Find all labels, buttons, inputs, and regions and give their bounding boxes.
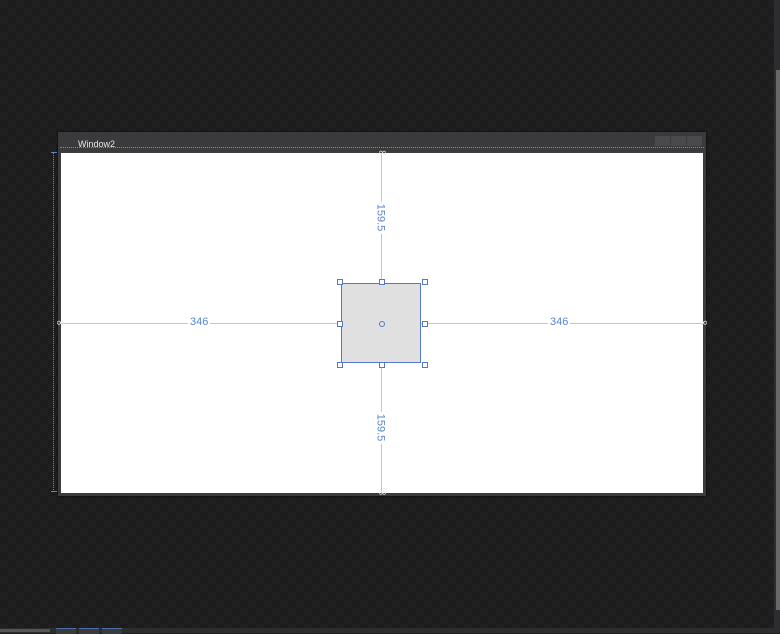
snap-icon[interactable]	[102, 628, 122, 634]
top-margin-label: 159.5	[373, 201, 387, 234]
right-anchor-link-icon[interactable]: ∞	[699, 317, 708, 329]
left-anchor-link-icon[interactable]: ∞	[56, 317, 65, 329]
resize-handle-right[interactable]	[422, 321, 428, 327]
vertical-scrollbar[interactable]	[774, 0, 780, 628]
bottom-anchor-link-icon[interactable]: ∞	[378, 487, 387, 499]
grid-icon[interactable]	[79, 628, 99, 634]
bottom-margin-label: 159.5	[373, 411, 387, 444]
right-margin-label: 346	[548, 316, 571, 329]
maximize-icon[interactable]	[671, 136, 686, 146]
resize-handle-top-left[interactable]	[337, 279, 343, 285]
resize-handle-top[interactable]	[379, 279, 385, 285]
window-client-area[interactable]: 346 346 159.5 159.5	[61, 153, 703, 493]
left-margin-label: 346	[188, 316, 211, 329]
resize-handle-top-right[interactable]	[422, 279, 428, 285]
height-ruler	[51, 152, 57, 492]
resize-handle-bottom-right[interactable]	[422, 362, 428, 368]
zoom-icon[interactable]	[56, 628, 76, 634]
center-point	[379, 321, 385, 327]
resize-handle-left[interactable]	[337, 321, 343, 327]
design-window[interactable]: Window2 346 346 159.5 159.5	[58, 132, 706, 496]
resize-handle-bottom[interactable]	[379, 362, 385, 368]
top-anchor-link-icon[interactable]: ∞	[378, 147, 387, 159]
resize-handle-bottom-left[interactable]	[337, 362, 343, 368]
close-icon[interactable]	[687, 136, 702, 146]
vertical-scrollbar-thumb[interactable]	[776, 70, 780, 610]
horizontal-scrollbar-thumb[interactable]	[0, 629, 50, 632]
minimize-icon[interactable]	[655, 136, 670, 146]
caption-buttons	[655, 136, 702, 146]
designer-footer-toolbar	[56, 628, 122, 634]
